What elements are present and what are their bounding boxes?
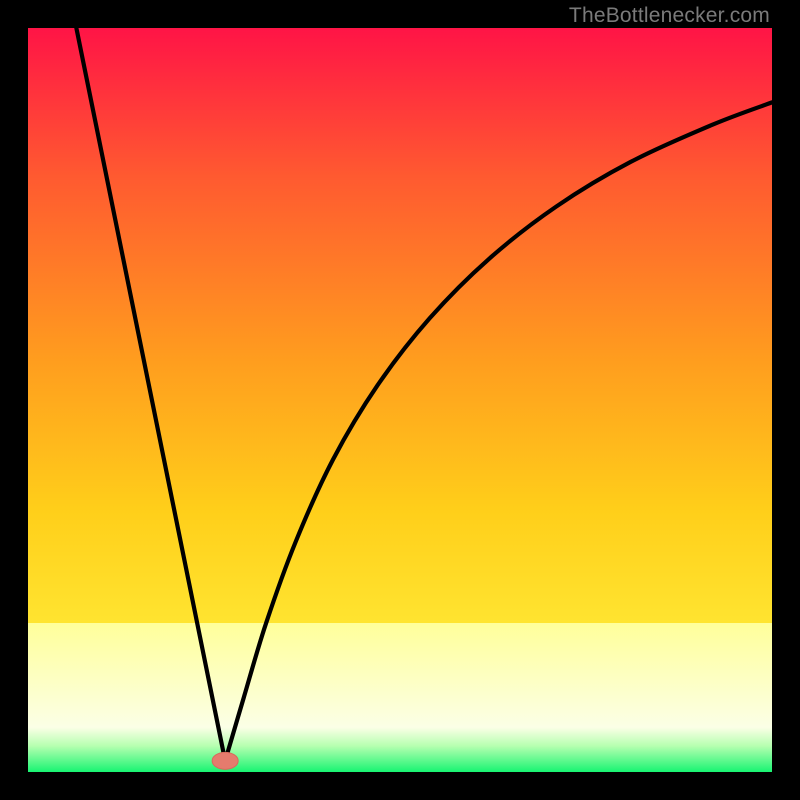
minimum-marker [212, 752, 238, 769]
gradient-background [28, 28, 772, 772]
chart-frame [28, 28, 772, 772]
attribution-text: TheBottlenecker.com [569, 4, 770, 28]
bottleneck-chart [28, 28, 772, 772]
